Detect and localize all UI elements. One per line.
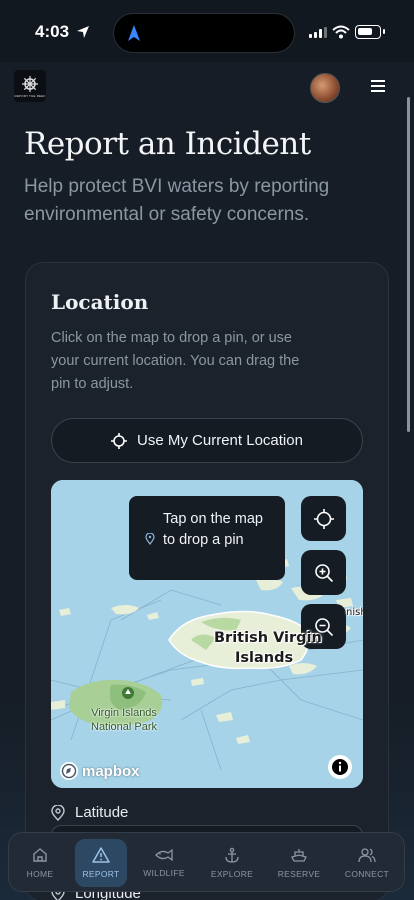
- fish-icon: [155, 848, 173, 862]
- info-icon: [332, 759, 348, 775]
- map-label-fragment: nish: [346, 607, 363, 618]
- map-label-bvi: British Virgin: [214, 630, 322, 646]
- ship-wheel-icon: [22, 75, 38, 92]
- nav-item-connect[interactable]: CONNECT: [338, 833, 396, 893]
- map[interactable]: Tap on the map to drop a pin British Vir…: [51, 480, 363, 788]
- location-arrow-icon: [77, 26, 89, 38]
- tooltip-text: Tap on the map to drop a pin: [163, 511, 263, 548]
- card-description: Click on the map to drop a pin, or use y…: [51, 330, 300, 392]
- park-label-line2: National Park: [91, 721, 158, 733]
- latitude-label: Latitude: [51, 804, 128, 821]
- park-label-line1: Virgin Islands: [91, 707, 157, 719]
- warning-triangle-icon: [92, 847, 110, 863]
- home-icon: [33, 848, 47, 862]
- boat-icon: [291, 849, 307, 862]
- map-label-park: Virgin Islands National Park: [91, 706, 157, 734]
- logo-text: REPORT THE REEF: [14, 93, 46, 98]
- nav-label-home: HOME: [26, 869, 54, 879]
- map-pin-icon: [51, 804, 65, 821]
- app-logo[interactable]: REPORT THE REEF: [14, 70, 46, 102]
- nav-label-reserve: RESERVE: [277, 869, 321, 879]
- nav-item-wildlife[interactable]: WILDLIFE: [135, 833, 193, 893]
- zoom-in-button[interactable]: [301, 550, 346, 595]
- map-label-islands: Islands: [235, 650, 294, 666]
- latitude-label-text: Latitude: [75, 804, 129, 821]
- page-subtitle: Help protect BVI waters by reporting env…: [24, 176, 330, 225]
- crosshair-icon: [111, 432, 128, 449]
- hamburger-menu-icon[interactable]: [371, 80, 385, 94]
- geolocate-button[interactable]: [301, 496, 346, 541]
- nav-item-reserve[interactable]: RESERVE: [270, 833, 328, 893]
- scrollbar[interactable]: [407, 97, 410, 432]
- nav-item-home[interactable]: HOME: [11, 833, 69, 893]
- nav-item-explore[interactable]: EXPLORE: [203, 833, 261, 893]
- anchor-icon: [225, 847, 239, 863]
- status-bar: 4:03: [0, 0, 414, 62]
- card-title: Location: [51, 290, 149, 314]
- use-current-location-label: Use My Current Location: [137, 432, 303, 449]
- dynamic-island: [113, 13, 295, 53]
- nav-label-report: REPORT: [82, 869, 120, 879]
- location-card: Location Click on the map to drop a pin,…: [25, 262, 389, 900]
- avatar[interactable]: [310, 73, 340, 103]
- page-title: Report an Incident: [24, 126, 311, 162]
- bottom-nav: HOME REPORT WILDLIFE EXPLORE RESERVE CON…: [8, 832, 405, 892]
- nav-item-report[interactable]: REPORT: [75, 839, 127, 887]
- nav-label-wildlife: WILDLIFE: [143, 868, 185, 878]
- map-pin-icon: [145, 533, 155, 545]
- wifi-icon: [332, 25, 350, 39]
- app-header: REPORT THE REEF: [0, 62, 414, 117]
- mapbox-attribution: mapbox: [82, 762, 140, 780]
- nav-label-explore: EXPLORE: [210, 869, 254, 879]
- nav-label-connect: CONNECT: [344, 869, 390, 879]
- zoom-in-icon: [314, 563, 333, 582]
- use-current-location-button[interactable]: Use My Current Location: [51, 418, 363, 463]
- status-time: 4:03: [35, 22, 70, 41]
- mapbox-icon: [60, 762, 78, 780]
- cellular-signal-icon: [309, 27, 327, 38]
- crosshair-icon: [313, 508, 334, 529]
- map-info-button[interactable]: [328, 755, 352, 779]
- users-icon: [358, 848, 376, 863]
- navigation-arrow-icon: [128, 25, 140, 41]
- battery-icon: [355, 25, 385, 39]
- mapbox-logo[interactable]: mapbox: [59, 761, 140, 781]
- tap-map-tooltip: Tap on the map to drop a pin: [129, 496, 285, 580]
